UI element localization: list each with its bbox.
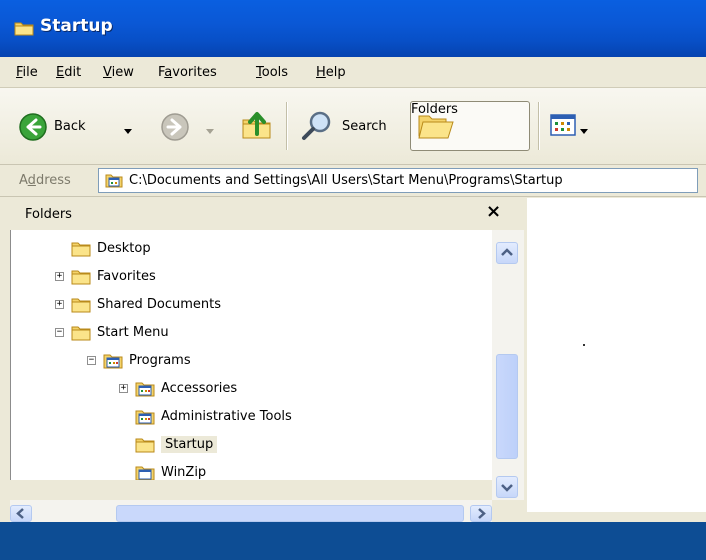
- tree-item-label: Start Menu: [97, 325, 169, 340]
- forward-dropdown-icon[interactable]: [206, 123, 214, 138]
- folders-pane-header: Folders ×: [10, 198, 524, 230]
- chevron-left-icon: [16, 508, 24, 519]
- search-label: Search: [342, 119, 387, 134]
- back-dropdown-icon[interactable]: [124, 123, 132, 138]
- tree-item-startup[interactable]: Startup: [135, 434, 255, 456]
- chevron-down-icon: [501, 484, 513, 492]
- folder-icon: [71, 240, 91, 261]
- back-button[interactable]: Back: [12, 88, 158, 164]
- forward-arrow-icon: [160, 112, 190, 146]
- programs-folder-icon: [103, 352, 123, 373]
- up-folder-icon: [240, 108, 274, 146]
- tree-item-label: Accessories: [161, 381, 238, 396]
- chevron-up-icon: [501, 248, 513, 256]
- menu-tools[interactable]: Tools: [256, 65, 288, 80]
- scroll-left-button[interactable]: [10, 505, 32, 522]
- scroll-thumb[interactable]: [116, 505, 464, 522]
- tree-item-label: Startup: [161, 436, 218, 453]
- folder-icon: [135, 436, 155, 457]
- close-pane-icon[interactable]: ×: [486, 201, 501, 222]
- tree-vertical-scrollbar[interactable]: [492, 230, 524, 500]
- scroll-thumb[interactable]: [496, 354, 518, 459]
- scroll-down-button[interactable]: [496, 476, 518, 498]
- back-arrow-icon: [18, 112, 48, 146]
- tree-item-label: Administrative Tools: [161, 409, 292, 424]
- scroll-right-button[interactable]: [470, 505, 492, 522]
- address-path: C:\Documents and Settings\All Users\Star…: [129, 173, 563, 188]
- expand-plus-icon[interactable]: +: [119, 384, 128, 393]
- up-folder-button[interactable]: [236, 88, 280, 164]
- programs-folder-icon: [105, 172, 123, 192]
- tree-horizontal-scrollbar[interactable]: [10, 500, 492, 522]
- menu-help[interactable]: Help: [316, 65, 346, 80]
- folder-contents-pane[interactable]: [527, 198, 706, 512]
- folder-tree: Desktop + Favorites + Shared Documents −…: [10, 230, 493, 480]
- menu-file[interactable]: File: [16, 65, 38, 80]
- address-input[interactable]: C:\Documents and Settings\All Users\Star…: [98, 168, 698, 193]
- toolbar-separator: [286, 102, 287, 150]
- tree-item-label: Desktop: [97, 241, 151, 256]
- forward-button[interactable]: [158, 88, 228, 164]
- expand-plus-icon[interactable]: +: [55, 272, 64, 281]
- mouse-cursor-dot: [583, 344, 585, 346]
- toolbar-separator: [538, 102, 539, 150]
- collapse-minus-icon[interactable]: −: [55, 328, 64, 337]
- taskbar: [0, 522, 706, 560]
- folder-icon: [71, 296, 91, 317]
- views-button[interactable]: [546, 88, 606, 164]
- toolbar: Back Search Folders: [0, 88, 706, 165]
- folder-icon: [14, 20, 34, 40]
- programs-folder-icon: [135, 464, 155, 480]
- programs-folder-icon: [135, 408, 155, 429]
- menu-edit[interactable]: Edit: [56, 65, 81, 80]
- tree-item-label: Favorites: [97, 269, 156, 284]
- folder-icon: [71, 324, 91, 345]
- scroll-up-button[interactable]: [496, 242, 518, 264]
- search-magnifier-icon: [300, 110, 334, 146]
- back-label: Back: [54, 119, 86, 134]
- folders-pane-title: Folders: [25, 207, 72, 222]
- search-button[interactable]: Search: [296, 88, 400, 164]
- title-bar[interactable]: Startup: [0, 0, 706, 57]
- programs-folder-icon: [135, 380, 155, 401]
- menu-favorites[interactable]: Favorites: [158, 65, 217, 80]
- chevron-right-icon: [478, 508, 486, 519]
- expand-plus-icon[interactable]: +: [55, 300, 64, 309]
- views-grid-icon: [550, 114, 576, 140]
- address-label: Address: [19, 173, 71, 188]
- folders-button[interactable]: Folders: [410, 101, 530, 151]
- tree-item-label: WinZip: [161, 465, 207, 480]
- menu-view[interactable]: View: [103, 65, 134, 80]
- collapse-minus-icon[interactable]: −: [87, 356, 96, 365]
- folder-icon: [71, 268, 91, 289]
- tree-item-label: Programs: [129, 353, 191, 368]
- address-bar: Address C:\Documents and Settings\All Us…: [0, 165, 706, 197]
- views-dropdown-icon[interactable]: [580, 123, 588, 138]
- menu-bar: File Edit View Favorites Tools Help: [0, 57, 706, 88]
- explorer-window: Startup File Edit View Favorites Tools H…: [0, 0, 706, 522]
- folders-icon: [417, 110, 455, 146]
- window-title: Startup: [40, 16, 113, 36]
- tree-item-label: Shared Documents: [97, 297, 222, 312]
